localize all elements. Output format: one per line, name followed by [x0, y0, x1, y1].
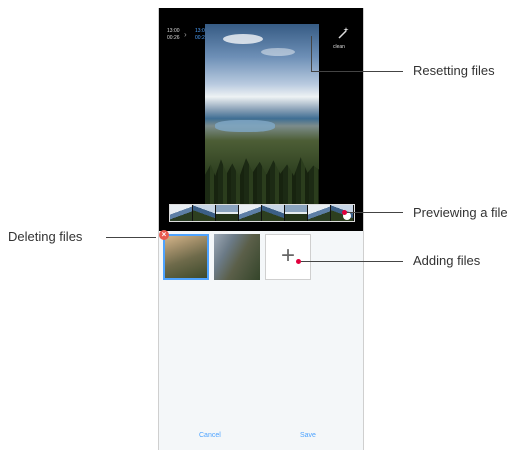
callout-line-add	[301, 261, 403, 262]
cloud-shape	[261, 48, 295, 56]
start-time: 13:00	[167, 28, 180, 34]
preview-timeline[interactable]	[169, 204, 355, 222]
plus-icon: +	[280, 242, 295, 269]
file-thumbnail-2[interactable]	[214, 234, 260, 280]
callout-adding-files: Adding files	[413, 253, 481, 268]
callout-line-preview	[347, 212, 403, 213]
start-duration: 00:26	[167, 35, 180, 41]
cloud-shape	[223, 34, 263, 44]
callout-resetting-files: Resetting files	[413, 63, 495, 78]
timeline-frame	[216, 205, 239, 221]
cancel-button[interactable]: Cancel	[199, 432, 221, 439]
phone-screen: 13:00 00:26 › 13:00 00:26 clean × + Canc…	[158, 8, 364, 450]
forest-shape	[205, 157, 319, 206]
timeline-frame	[193, 205, 216, 221]
lake-shape	[215, 120, 275, 132]
callout-deleting-files: Deleting files	[8, 229, 83, 244]
timeline-frame	[262, 205, 285, 221]
file-thumbnail-1[interactable]	[163, 234, 209, 280]
save-button[interactable]: Save	[300, 432, 316, 439]
callout-line-reset	[311, 36, 312, 71]
clean-label: clean	[333, 44, 345, 50]
magic-wand-icon[interactable]	[336, 26, 350, 40]
timeline-frame	[170, 205, 193, 221]
chevron-right-icon: ›	[184, 30, 187, 39]
timeline-frame	[285, 205, 308, 221]
delete-badge-icon[interactable]: ×	[159, 230, 169, 240]
callout-line-delete	[106, 237, 156, 238]
callout-previewing-file: Previewing a file	[413, 205, 508, 220]
timeline-frame	[308, 205, 331, 221]
timeline-frame	[239, 205, 262, 221]
callout-line-reset	[311, 71, 403, 72]
add-file-button[interactable]: +	[265, 234, 311, 280]
video-preview[interactable]	[205, 24, 319, 206]
